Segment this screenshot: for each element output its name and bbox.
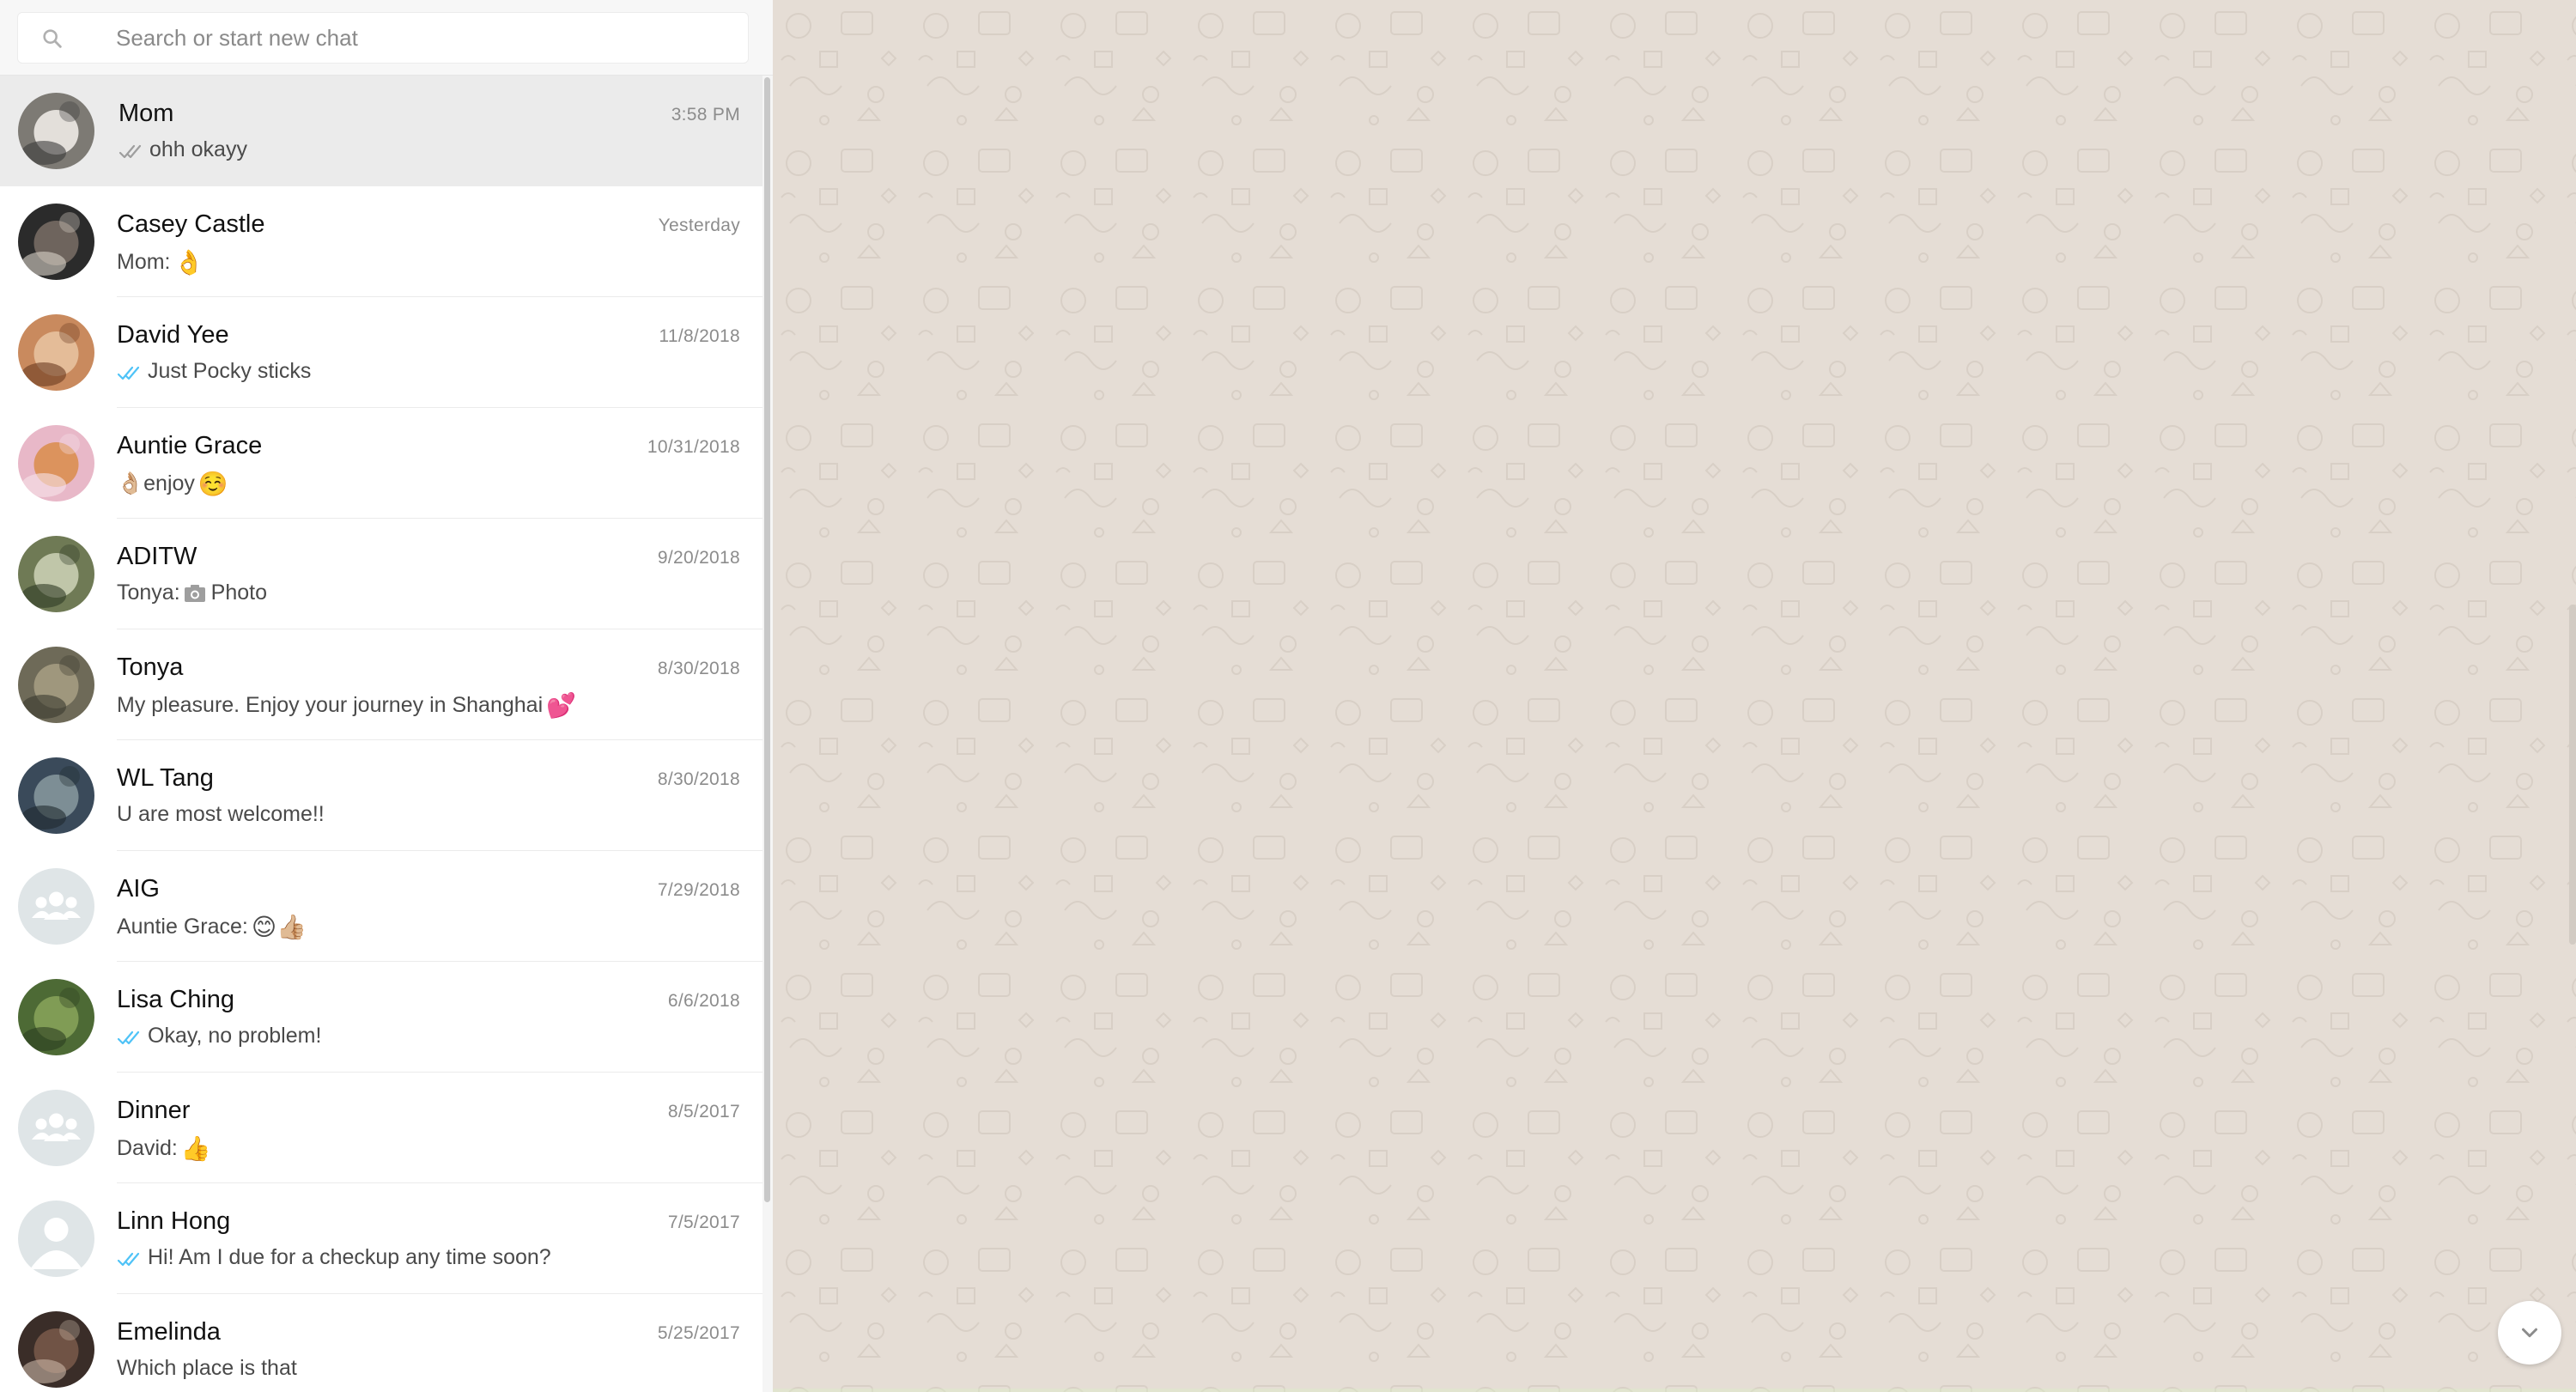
sidebar: Mom 3:58 PM ohh okayy Casey Castle Yesterday… xyxy=(0,0,773,1392)
avatar[interactable] xyxy=(18,314,94,391)
search-bar xyxy=(0,0,773,76)
preview-emoji: ☺️ xyxy=(197,471,228,497)
preview-text: Okay, no problem! xyxy=(148,1024,322,1048)
preview-sender: 👌🏼 xyxy=(117,471,144,495)
preview-text: My pleasure. Enjoy your journey in Shang… xyxy=(117,693,544,717)
preview-sender: David: xyxy=(117,1136,178,1160)
chat-preview: Just Pocky sticks xyxy=(117,359,311,384)
chat-preview: Okay, no problem! xyxy=(117,1024,321,1049)
avatar[interactable] xyxy=(18,979,94,1055)
chat-list-item[interactable]: Lisa Ching 6/6/2018 Okay, no problem! xyxy=(0,962,762,1073)
chat-list-item[interactable]: Dinner 8/5/2017 David: 👍 xyxy=(0,1073,762,1183)
chat-list: Mom 3:58 PM ohh okayy Casey Castle Yesterday… xyxy=(0,76,762,1392)
preview-text: U are most welcome!! xyxy=(117,802,325,826)
chat-preview: Auntie Grace: 😊👍🏼 xyxy=(117,913,307,941)
chat-name: Lisa Ching xyxy=(117,986,235,1013)
chat-list-item[interactable]: Auntie Grace 10/31/2018 👌🏼 enjoy ☺️ xyxy=(0,408,762,519)
chat-list-item[interactable]: Mom 3:58 PM ohh okayy xyxy=(0,76,762,186)
chat-timestamp: 7/29/2018 xyxy=(657,880,740,900)
chat-name: David Yee xyxy=(117,321,229,349)
preview-text: Photo xyxy=(210,581,268,605)
chat-timestamp: 8/5/2017 xyxy=(667,1102,740,1122)
chat-list-item[interactable]: Tonya 8/30/2018 My pleasure. Enjoy your jo… xyxy=(0,629,762,740)
chat-timestamp: 10/31/2018 xyxy=(647,437,740,457)
avatar[interactable] xyxy=(18,1311,94,1388)
bottom-strip xyxy=(773,1389,2576,1392)
chat-preview: Which place is that xyxy=(117,1356,297,1381)
avatar[interactable] xyxy=(18,204,94,280)
chat-timestamp: 5/25/2017 xyxy=(657,1323,740,1343)
preview-emoji: 👌 xyxy=(173,249,204,276)
search-box[interactable] xyxy=(17,12,749,64)
avatar[interactable] xyxy=(18,93,94,169)
chat-list-item[interactable]: Emelinda 5/25/2017 Which place is that xyxy=(0,1294,762,1392)
preview-text: Hi! Am I due for a checkup any time soon… xyxy=(148,1245,551,1269)
chat-list-item[interactable]: David Yee 11/8/2018 Just Pocky sticks xyxy=(0,297,762,408)
read-receipt-icon xyxy=(117,1028,144,1045)
chat-name: AIG xyxy=(117,875,160,903)
chat-name: Emelinda xyxy=(117,1318,221,1346)
chat-list-item[interactable]: AIG 7/29/2018 Auntie Grace: 😊👍🏼 xyxy=(0,851,762,962)
sidebar-scrollbar-thumb[interactable] xyxy=(764,77,770,1202)
preview-text: ohh okayy xyxy=(149,137,247,161)
chat-name: Mom xyxy=(118,100,174,127)
sidebar-scrollbar[interactable] xyxy=(762,76,773,1392)
avatar[interactable] xyxy=(18,425,94,501)
chat-list-item[interactable]: ADITW 9/20/2018 Tonya: Photo xyxy=(0,519,762,629)
chat-name: Casey Castle xyxy=(117,210,265,238)
chat-preview: 👌🏼 enjoy ☺️ xyxy=(117,470,228,498)
chat-name: ADITW xyxy=(117,543,197,570)
read-receipt-icon xyxy=(117,363,144,380)
preview-sender: Mom: xyxy=(117,250,171,274)
preview-text: Which place is that xyxy=(117,1356,297,1380)
avatar[interactable] xyxy=(18,1201,94,1277)
chevron-down-icon xyxy=(2522,1328,2537,1338)
conversation-pane xyxy=(773,0,2576,1392)
scroll-down-button[interactable] xyxy=(2498,1301,2561,1365)
whatsapp-app: Mom 3:58 PM ohh okayy Casey Castle Yesterday… xyxy=(0,0,2576,1392)
avatar[interactable] xyxy=(18,647,94,723)
chat-name: WL Tang xyxy=(117,764,214,792)
avatar[interactable] xyxy=(18,757,94,834)
preview-emoji: 😊👍🏼 xyxy=(251,914,307,940)
camera-icon xyxy=(184,584,206,603)
chat-timestamp: 7/5/2017 xyxy=(667,1213,740,1232)
chat-name: Dinner xyxy=(117,1097,191,1124)
preview-emoji: 💕 xyxy=(546,692,576,719)
preview-sender: Tonya: xyxy=(117,581,180,605)
search-input[interactable] xyxy=(114,13,715,63)
preview-sender: Auntie Grace: xyxy=(117,915,248,939)
chat-preview: ohh okayy xyxy=(118,137,247,162)
chat-name: Tonya xyxy=(117,653,184,681)
chat-preview: David: 👍 xyxy=(117,1134,211,1163)
conversation-scrollbar-thumb[interactable] xyxy=(2569,605,2576,945)
chat-preview: Mom: 👌 xyxy=(117,248,204,277)
chat-list-item[interactable]: WL Tang 8/30/2018 U are most welcome!! xyxy=(0,740,762,851)
preview-text: enjoy xyxy=(143,471,195,495)
chat-timestamp: 6/6/2018 xyxy=(667,991,740,1011)
search-icon[interactable] xyxy=(40,27,64,51)
chat-timestamp: 8/30/2018 xyxy=(657,659,740,678)
chat-list-item[interactable]: Linn Hong 7/5/2017 Hi! Am I due for a chec… xyxy=(0,1183,762,1294)
chat-timestamp: 11/8/2018 xyxy=(659,326,740,346)
read-receipt-icon xyxy=(118,142,146,159)
chat-name: Auntie Grace xyxy=(117,432,263,459)
avatar[interactable] xyxy=(18,536,94,612)
chat-timestamp: 3:58 PM xyxy=(671,105,740,125)
chat-list-item[interactable]: Casey Castle Yesterday Mom: 👌 xyxy=(0,186,762,297)
avatar[interactable] xyxy=(18,1090,94,1166)
chat-name: Linn Hong xyxy=(117,1207,231,1235)
chat-timestamp: 8/30/2018 xyxy=(657,769,740,789)
read-receipt-icon xyxy=(117,1249,144,1267)
preview-text: Just Pocky sticks xyxy=(148,359,312,383)
chat-preview: My pleasure. Enjoy your journey in Shang… xyxy=(117,691,576,720)
chat-preview: Tonya: Photo xyxy=(117,581,267,605)
chat-preview: Hi! Am I due for a checkup any time soon… xyxy=(117,1245,551,1270)
chat-timestamp: 9/20/2018 xyxy=(657,548,740,568)
doodle-wallpaper xyxy=(773,0,2576,1392)
chat-timestamp: Yesterday xyxy=(658,216,740,235)
preview-emoji: 👍 xyxy=(180,1135,211,1162)
avatar[interactable] xyxy=(18,868,94,945)
chat-preview: U are most welcome!! xyxy=(117,802,325,827)
